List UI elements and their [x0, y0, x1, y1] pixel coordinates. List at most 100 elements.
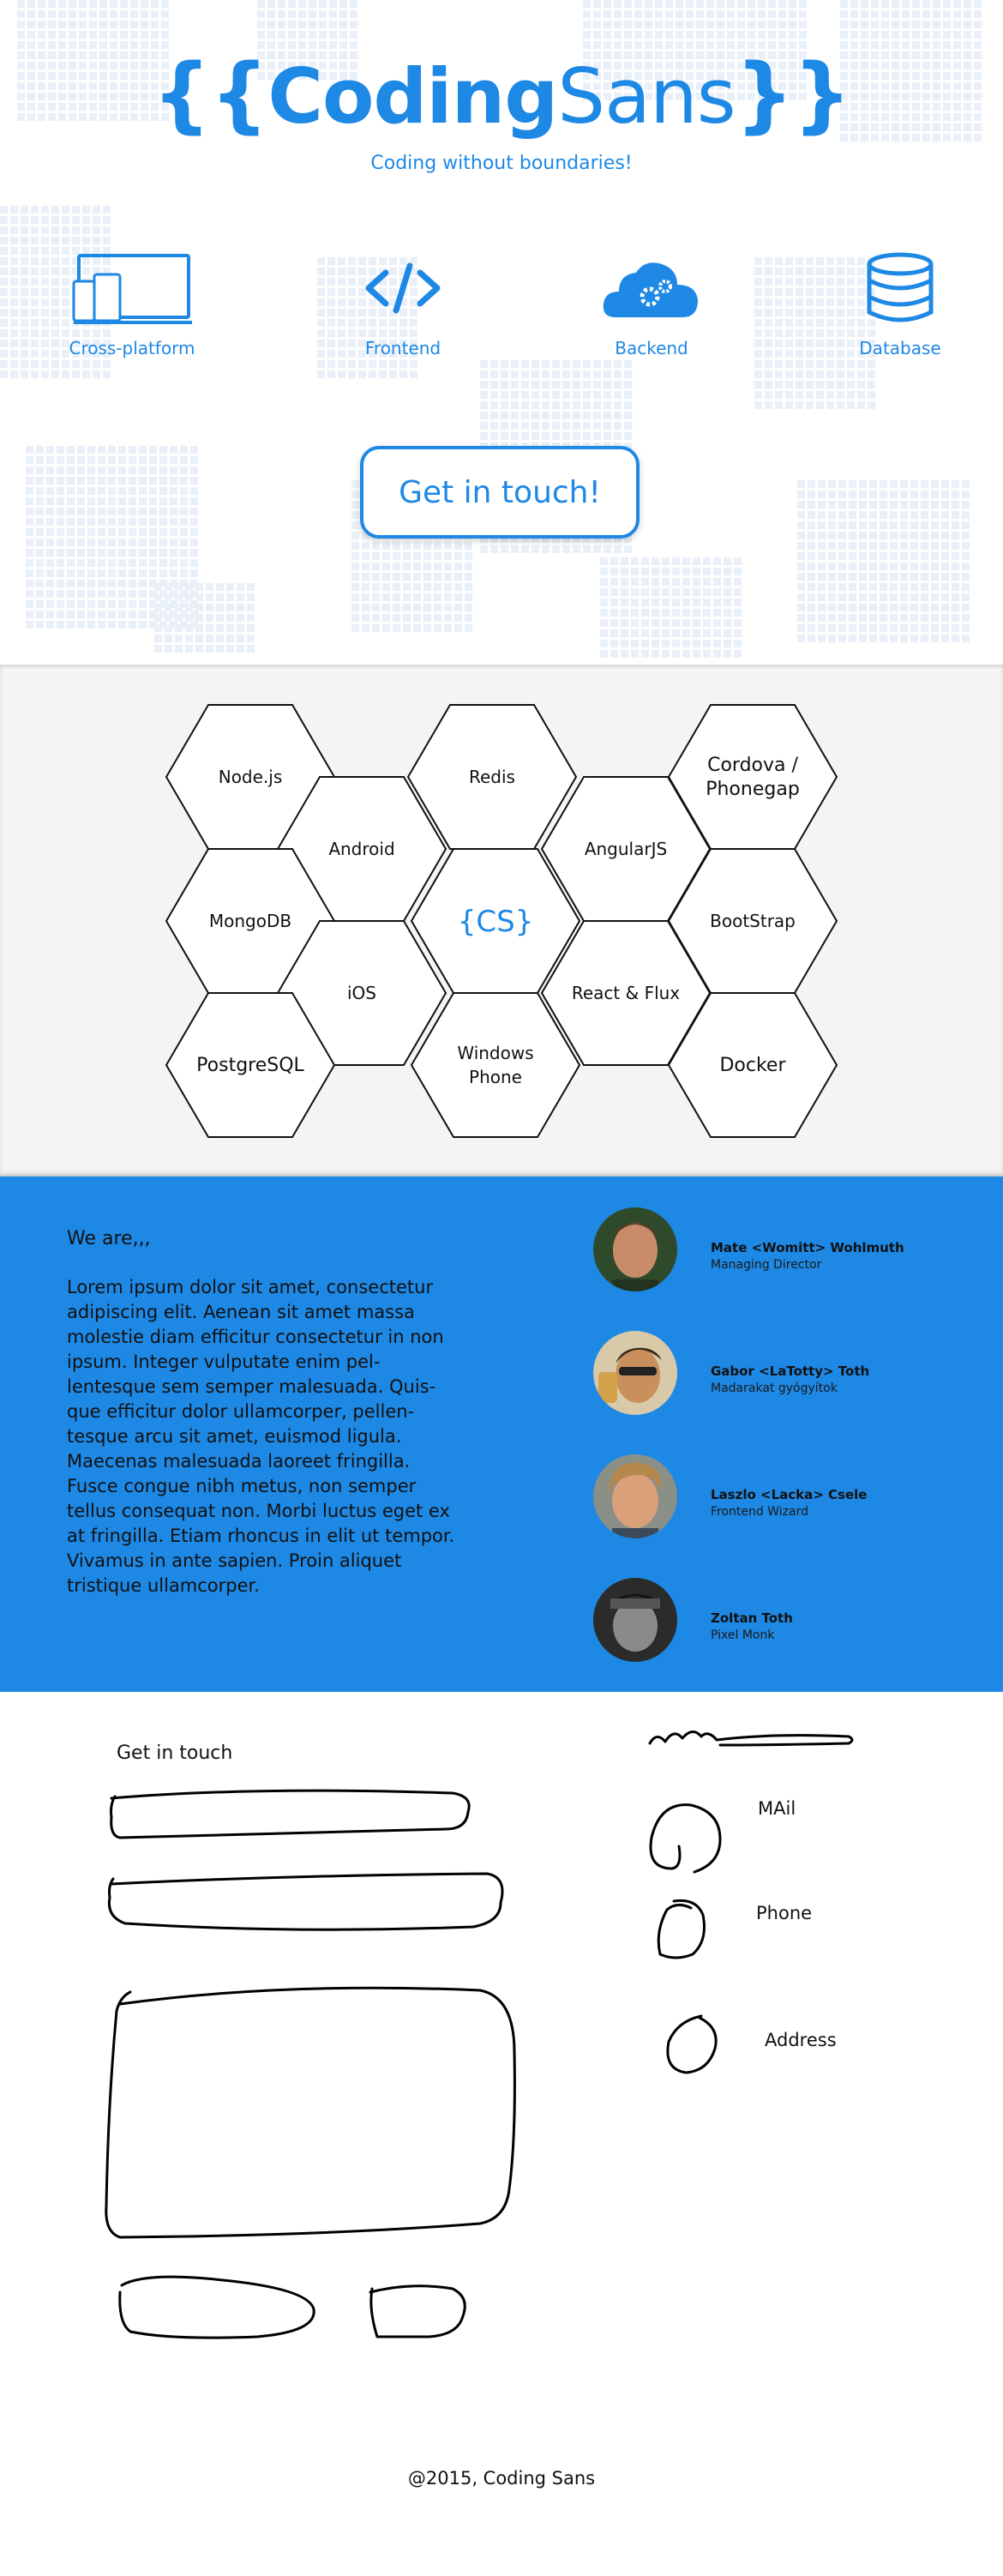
pattern-cell — [796, 288, 803, 296]
pattern-cell — [26, 559, 33, 567]
pattern-cell — [41, 309, 49, 316]
pattern-cell — [713, 599, 721, 606]
pattern-cell — [149, 487, 157, 495]
pattern-cell — [614, 432, 622, 440]
pattern-cell — [161, 10, 169, 18]
pattern-cell — [868, 401, 875, 409]
pattern-cell — [797, 511, 805, 519]
pattern-cell — [859, 511, 867, 519]
pattern-cell — [118, 580, 126, 587]
pattern-cell — [10, 340, 18, 347]
pattern-cell — [806, 329, 814, 337]
pattern-cell — [67, 580, 75, 587]
pattern-cell — [974, 41, 982, 49]
pattern-cell — [393, 593, 400, 601]
pattern-cell — [797, 542, 805, 550]
technologies-section: Node.js Redis Cordova / Phonegap Android Angu… — [0, 665, 1003, 1177]
pattern-cell — [46, 569, 54, 577]
pattern-cell — [859, 542, 867, 550]
pattern-cell — [129, 600, 136, 608]
pattern-cell — [921, 604, 928, 611]
pattern-cell — [89, 21, 97, 28]
pattern-cell — [542, 422, 550, 430]
pattern-cell — [631, 568, 639, 575]
pattern-cell — [21, 319, 28, 327]
pattern-cell — [818, 521, 826, 529]
logo-word-coding: Coding — [267, 52, 558, 141]
pattern-cell — [129, 487, 136, 495]
pattern-cell — [880, 532, 887, 539]
pattern-cell — [521, 432, 529, 440]
pattern-cell — [785, 319, 793, 327]
pattern-cell — [278, 0, 285, 8]
pattern-cell — [652, 578, 659, 586]
pattern-cell — [327, 370, 335, 378]
pattern-cell — [849, 532, 856, 539]
pattern-cell — [257, 10, 265, 18]
pattern-cell — [952, 501, 959, 509]
pattern-cell — [542, 432, 550, 440]
pattern-cell — [149, 508, 157, 515]
pattern-cell — [67, 528, 75, 536]
pattern-cell — [849, 501, 856, 509]
address-label: Address — [765, 2030, 837, 2050]
pattern-cell — [861, 31, 868, 39]
pattern-cell — [693, 568, 700, 575]
pattern-cell — [36, 559, 44, 567]
pattern-cell — [871, 41, 879, 49]
pattern-cell — [631, 578, 639, 586]
pattern-cell — [900, 501, 908, 509]
pattern-cell — [775, 309, 783, 316]
pattern-cell — [816, 268, 824, 275]
pattern-cell — [77, 456, 85, 464]
pattern-cell — [36, 549, 44, 557]
pattern-cell — [859, 563, 867, 570]
pattern-cell — [185, 583, 193, 591]
pattern-cell — [818, 573, 826, 581]
pattern-cell — [724, 588, 731, 596]
pattern-cell — [403, 542, 411, 550]
pattern-cell — [850, 31, 858, 39]
pattern-cell — [434, 552, 441, 560]
pattern-cell — [693, 599, 700, 606]
pattern-cell — [610, 599, 618, 606]
pattern-cell — [87, 446, 95, 454]
pattern-cell — [129, 508, 136, 515]
pattern-cell — [98, 621, 105, 629]
pattern-cell — [859, 624, 867, 632]
pattern-cell — [665, 21, 673, 28]
pattern-cell — [79, 31, 87, 39]
pattern-cell — [542, 391, 550, 399]
pattern-cell — [631, 640, 639, 647]
pattern-cell — [0, 350, 8, 358]
pattern-cell — [511, 360, 519, 368]
pattern-cell — [713, 619, 721, 627]
pattern-cell — [785, 381, 793, 388]
pattern-cell — [583, 381, 591, 388]
pattern-cell — [859, 593, 867, 601]
pattern-cell — [108, 518, 116, 526]
pattern-cell — [372, 583, 380, 591]
pattern-cell — [69, 21, 76, 28]
pattern-cell — [434, 573, 441, 581]
pattern-cell — [501, 412, 508, 419]
pattern-cell — [604, 381, 611, 388]
get-in-touch-button[interactable]: Get in touch! — [360, 446, 640, 539]
pattern-cell — [676, 21, 683, 28]
pattern-cell — [10, 257, 18, 265]
pattern-cell — [614, 360, 622, 368]
pattern-cell — [672, 557, 680, 565]
pattern-cell — [57, 477, 64, 485]
pattern-cell — [806, 319, 814, 327]
pattern-cell — [151, 21, 159, 28]
pattern-cell — [175, 614, 183, 622]
pattern-cell — [149, 528, 157, 536]
pattern-cell — [170, 508, 177, 515]
pattern-cell — [953, 21, 961, 28]
pattern-cell — [317, 370, 325, 378]
pattern-cell — [696, 10, 704, 18]
pattern-cell — [828, 573, 836, 581]
pattern-cell — [922, 21, 930, 28]
pattern-cell — [434, 563, 441, 570]
logo[interactable]: {{CodingSans}} — [0, 53, 1003, 135]
